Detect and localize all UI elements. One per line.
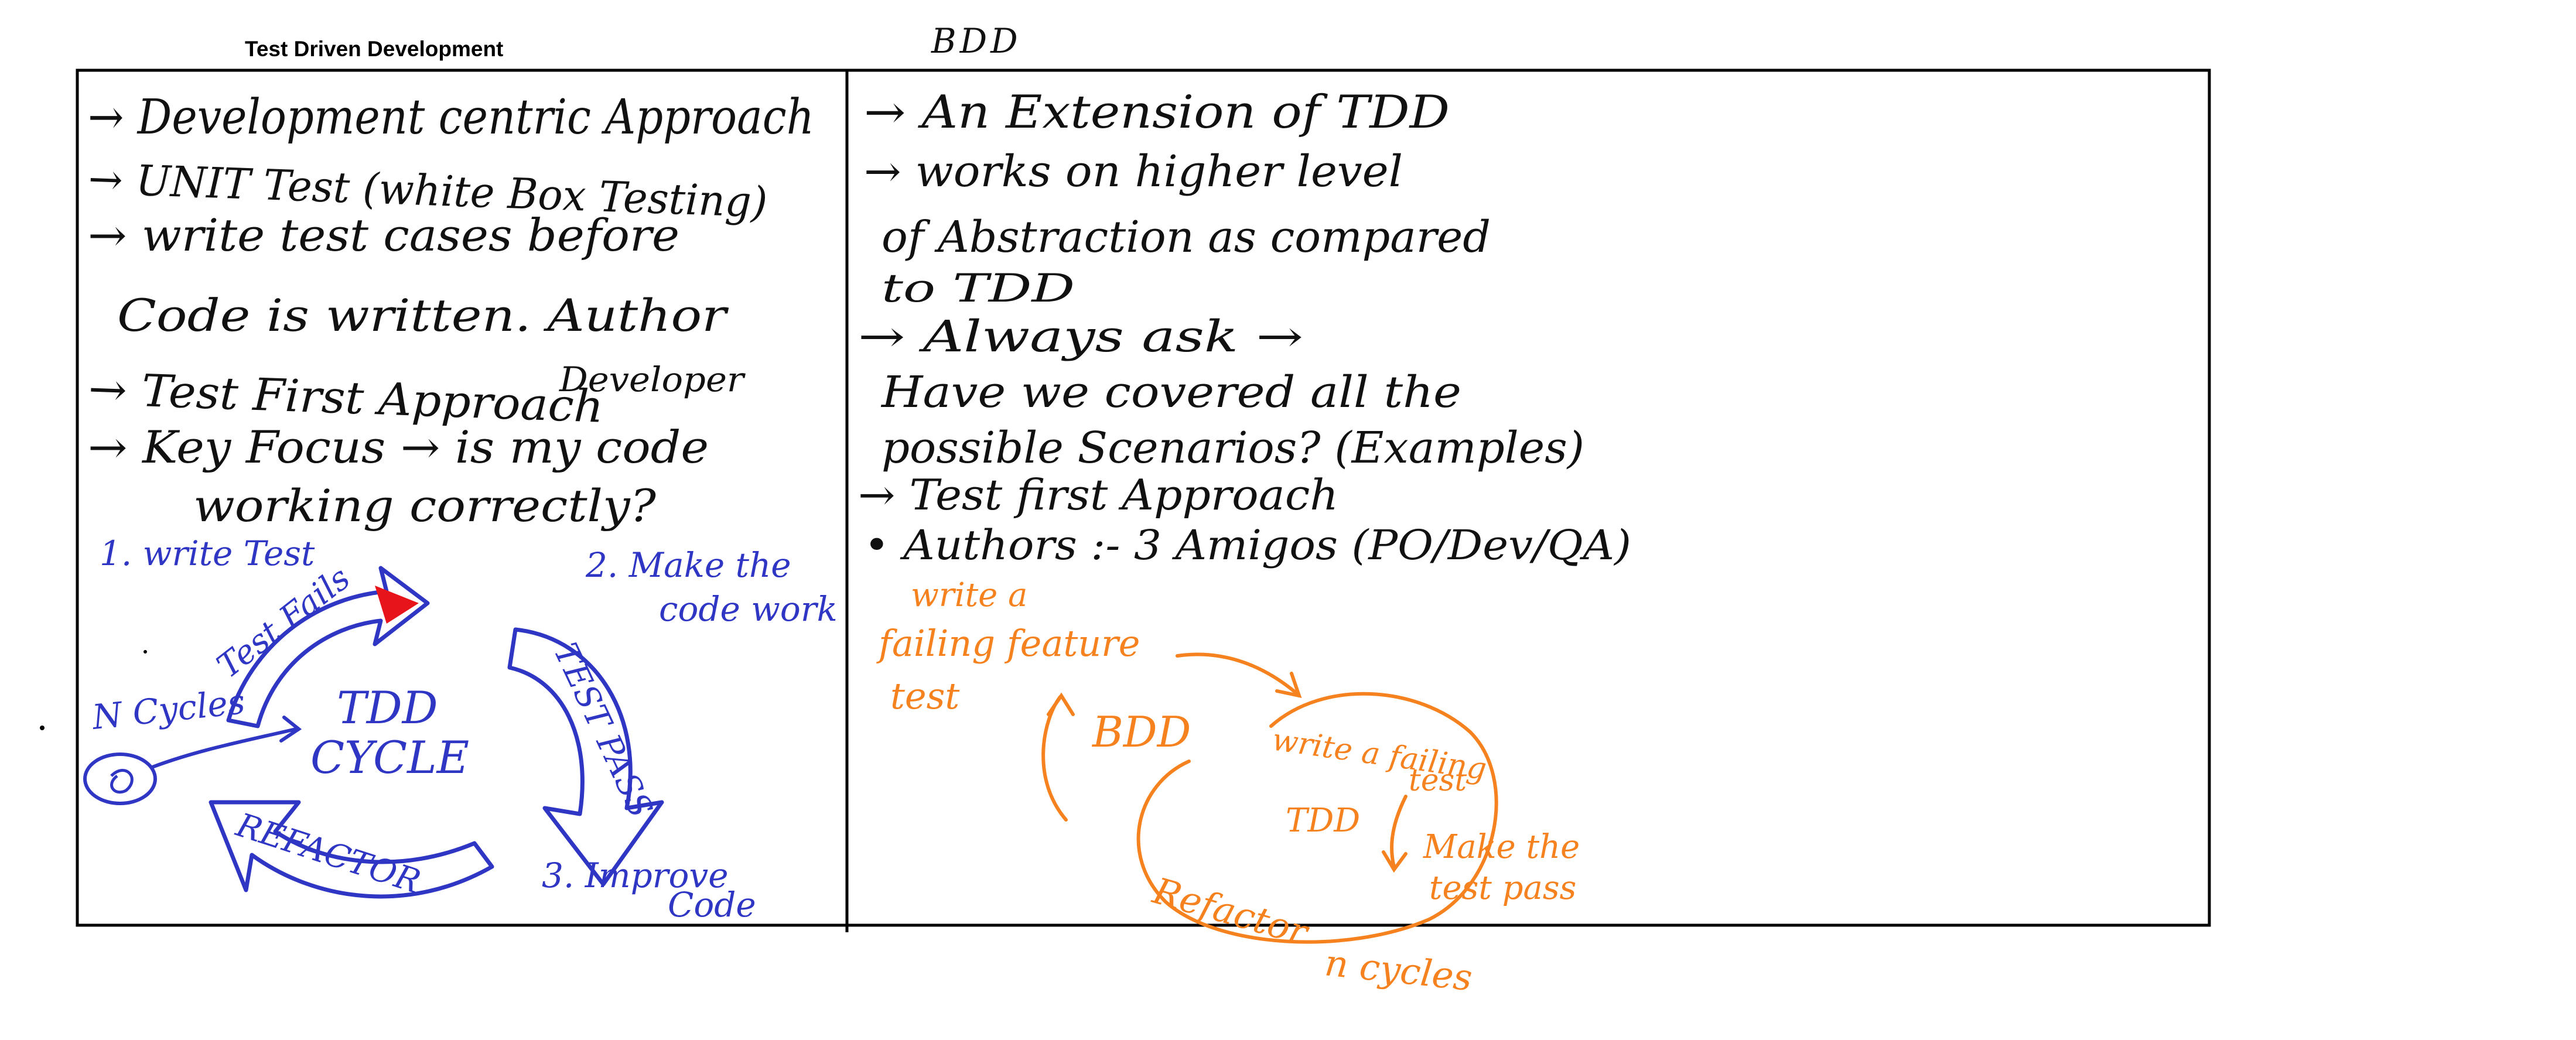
stray-dot-1 bbox=[40, 726, 45, 730]
bdd-outer-label-line2: failing feature bbox=[876, 622, 1140, 665]
bdd-inner-make-line2: test pass bbox=[1429, 869, 1576, 907]
bdd-note-2: → works on higher level bbox=[864, 146, 1403, 197]
bdd-inner-refactor: Refactor bbox=[1148, 869, 1314, 955]
arrow-label-refactor: REFACTOR bbox=[231, 806, 425, 901]
bdd-inner-center: TDD bbox=[1286, 802, 1360, 840]
tdd-note-6: → Key Focus → is my code bbox=[88, 421, 709, 473]
bdd-note-4: to TDD bbox=[882, 266, 1075, 311]
stray-dot-2 bbox=[144, 650, 147, 654]
bdd-note-9: • Authors :- 3 Amigos (PO/Dev/QA) bbox=[864, 521, 1631, 569]
bdd-inner-make-line1: Make the bbox=[1423, 828, 1580, 866]
n-cycles-loop-mark bbox=[83, 752, 157, 805]
bdd-heading: BDD bbox=[931, 21, 1021, 61]
n-cycles-label: N Cycles bbox=[89, 682, 247, 737]
bdd-note-5: → Always ask → bbox=[858, 312, 1303, 362]
tdd-vs-bdd-whiteboard: Test Driven Development BDD → Developmen… bbox=[40, 21, 2211, 999]
bdd-outer-label-line3: test bbox=[890, 675, 959, 717]
bdd-note-6: Have we covered all the bbox=[880, 367, 1461, 418]
tdd-note-1: → Development centric Approach bbox=[88, 90, 814, 145]
tdd-note-4: Code is written. Author bbox=[117, 289, 729, 341]
tdd-cycle-title-line2: CYCLE bbox=[310, 731, 469, 784]
step-2-label-line1: 2. Make the bbox=[585, 545, 791, 585]
step-1-label: 1. write Test bbox=[100, 533, 315, 573]
bdd-note-3: of Abstraction as compared bbox=[882, 212, 1491, 262]
bdd-outer-label-line1: write a bbox=[911, 576, 1027, 614]
bdd-note-7: possible Scenarios? (Examples) bbox=[882, 423, 1584, 473]
bdd-note-8: → Test first Approach bbox=[858, 470, 1338, 519]
tdd-cycle-diagram: Test Fails TEST PASS REFACTOR TDD CYCLE … bbox=[83, 533, 838, 925]
bdd-cycle-diagram: write a failing feature test BDD TDD wri… bbox=[876, 576, 1580, 999]
arrow-label-test-fails: Test Fails bbox=[210, 559, 357, 686]
bdd-entry-arrow bbox=[1176, 652, 1302, 699]
arrow-label-test-pass: TEST PASS bbox=[546, 637, 660, 823]
tdd-heading: Test Driven Development bbox=[245, 37, 503, 61]
bdd-inner-arrow-down bbox=[1382, 795, 1407, 873]
tdd-note-3: → write test cases before bbox=[88, 209, 679, 261]
step-3-label-line2: Code bbox=[668, 885, 756, 925]
tdd-notes: → Development centric Approach → UNIT Te… bbox=[87, 90, 814, 532]
step-2-label-line2: code work bbox=[659, 589, 838, 629]
bdd-notes: → An Extension of TDD → works on higher … bbox=[858, 86, 1631, 569]
bdd-n-cycles: n cycles bbox=[1323, 941, 1474, 999]
tdd-cycle-title-line1: TDD bbox=[337, 682, 438, 734]
bdd-note-1: → An Extension of TDD bbox=[864, 86, 1450, 139]
n-cycles-loop-inner bbox=[110, 769, 134, 794]
bdd-outer-center: BDD bbox=[1091, 707, 1191, 757]
tdd-note-7: working correctly? bbox=[193, 480, 657, 532]
bdd-outer-loop bbox=[1041, 692, 1075, 822]
bdd-inner-write-line2: test bbox=[1409, 763, 1467, 798]
